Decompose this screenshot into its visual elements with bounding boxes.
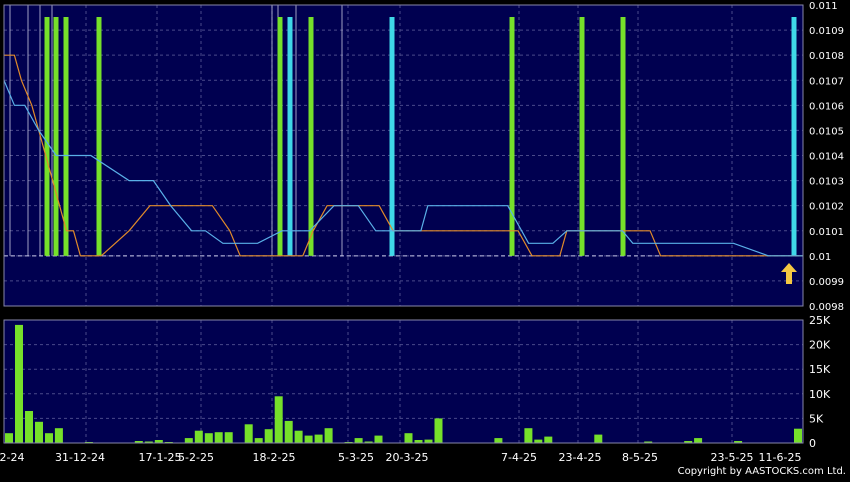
trade-marker	[791, 17, 797, 256]
date-tick-label: 7-4-25	[501, 451, 537, 464]
volume-bar	[404, 433, 413, 443]
volume-bar	[45, 433, 53, 443]
volume-bar	[294, 430, 303, 443]
volume-tick-label: 15K	[809, 363, 831, 376]
volume-bar	[204, 433, 213, 443]
price-tick-label: 0.0107	[809, 76, 844, 87]
chart-stage: 0.011 0.0109 0.0108 0.0107 0.0106 0.0105 0.010…	[0, 0, 850, 478]
date-tick-label: 2-24	[0, 451, 24, 464]
volume-bar	[534, 439, 543, 443]
volume-bar	[324, 428, 333, 443]
volume-bar	[184, 438, 193, 443]
volume-bar	[544, 436, 553, 443]
trade-marker	[53, 17, 59, 256]
volume-bar	[434, 418, 443, 443]
copyright-text: Copyright by AASTOCKS.com Ltd.	[677, 466, 846, 477]
volume-bar	[35, 421, 43, 443]
date-tick-label: 17-1-25	[139, 451, 182, 464]
price-tick-label: 0.01	[809, 252, 831, 263]
price-tick-label: 0.0099	[809, 277, 844, 288]
volume-panel: 25K 20K 15K 10K 5K 0	[3, 314, 831, 450]
volume-bar	[54, 428, 63, 443]
price-tick-label: 0.0098	[809, 302, 844, 313]
date-tick-label: 20-3-25	[386, 451, 429, 464]
volume-bar	[214, 432, 223, 443]
volume-tick-label: 0	[809, 437, 816, 450]
price-panel: 0.0110.01090.01080.01070.01060.01050.010…	[3, 1, 844, 313]
trade-marker	[44, 17, 50, 256]
trade-marker	[63, 17, 69, 256]
volume-bar	[304, 435, 313, 443]
trade-marker	[509, 17, 515, 256]
volume-bar	[594, 434, 603, 443]
volume-bar	[284, 420, 293, 443]
price-tick-label: 0.0103	[809, 177, 844, 188]
volume-bar	[314, 434, 323, 443]
trade-marker	[96, 17, 102, 256]
volume-bar	[794, 428, 802, 443]
price-tick-label: 0.0108	[809, 51, 844, 62]
volume-bar	[224, 432, 233, 443]
volume-bar	[524, 428, 533, 443]
price-tick-label: 0.0105	[809, 126, 844, 137]
date-tick-label: 23-5-25	[711, 451, 754, 464]
volume-bar	[374, 435, 383, 443]
date-tick-label: 18-2-25	[253, 451, 296, 464]
trade-marker	[620, 17, 626, 256]
trade-marker	[277, 17, 283, 256]
trade-marker	[579, 17, 585, 256]
volume-tick-label: 5K	[809, 412, 824, 425]
date-tick-label: 31-12-24	[55, 451, 105, 464]
date-tick-label: 8-5-25	[622, 451, 658, 464]
trade-marker	[389, 17, 395, 256]
price-tick-label: 0.0101	[809, 227, 844, 238]
date-tick-label: 23-4-25	[559, 451, 602, 464]
volume-bar	[244, 424, 253, 443]
volume-tick-label: 20K	[809, 339, 831, 352]
price-tick-label: 0.0109	[809, 26, 844, 37]
volume-plot-area	[4, 320, 803, 443]
price-tick-label: 0.0106	[809, 101, 844, 112]
trade-marker	[308, 17, 314, 256]
volume-bar	[264, 429, 273, 443]
price-tick-label: 0.0102	[809, 202, 844, 213]
volume-tick-label: 10K	[809, 388, 831, 401]
volume-bar	[424, 439, 433, 443]
stock-chart: 0.0110.01090.01080.01070.01060.01050.010…	[0, 0, 850, 478]
price-tick-label: 0.011	[809, 1, 838, 12]
volume-bar	[194, 430, 203, 443]
volume-bar	[25, 411, 33, 443]
volume-bar	[354, 438, 363, 443]
date-tick-label: 5-3-25	[338, 451, 374, 464]
date-tick-label: 11-6-25	[759, 451, 802, 464]
volume-bar	[15, 324, 23, 443]
trade-marker	[287, 17, 293, 256]
volume-bar	[5, 433, 13, 443]
volume-bar	[254, 438, 263, 443]
date-tick-label: 5-2-25	[178, 451, 214, 464]
volume-bar	[274, 396, 283, 443]
volume-bar	[694, 438, 703, 443]
volume-tick-label: 25K	[809, 314, 831, 327]
price-tick-label: 0.0104	[809, 152, 844, 163]
volume-bar	[494, 438, 503, 443]
